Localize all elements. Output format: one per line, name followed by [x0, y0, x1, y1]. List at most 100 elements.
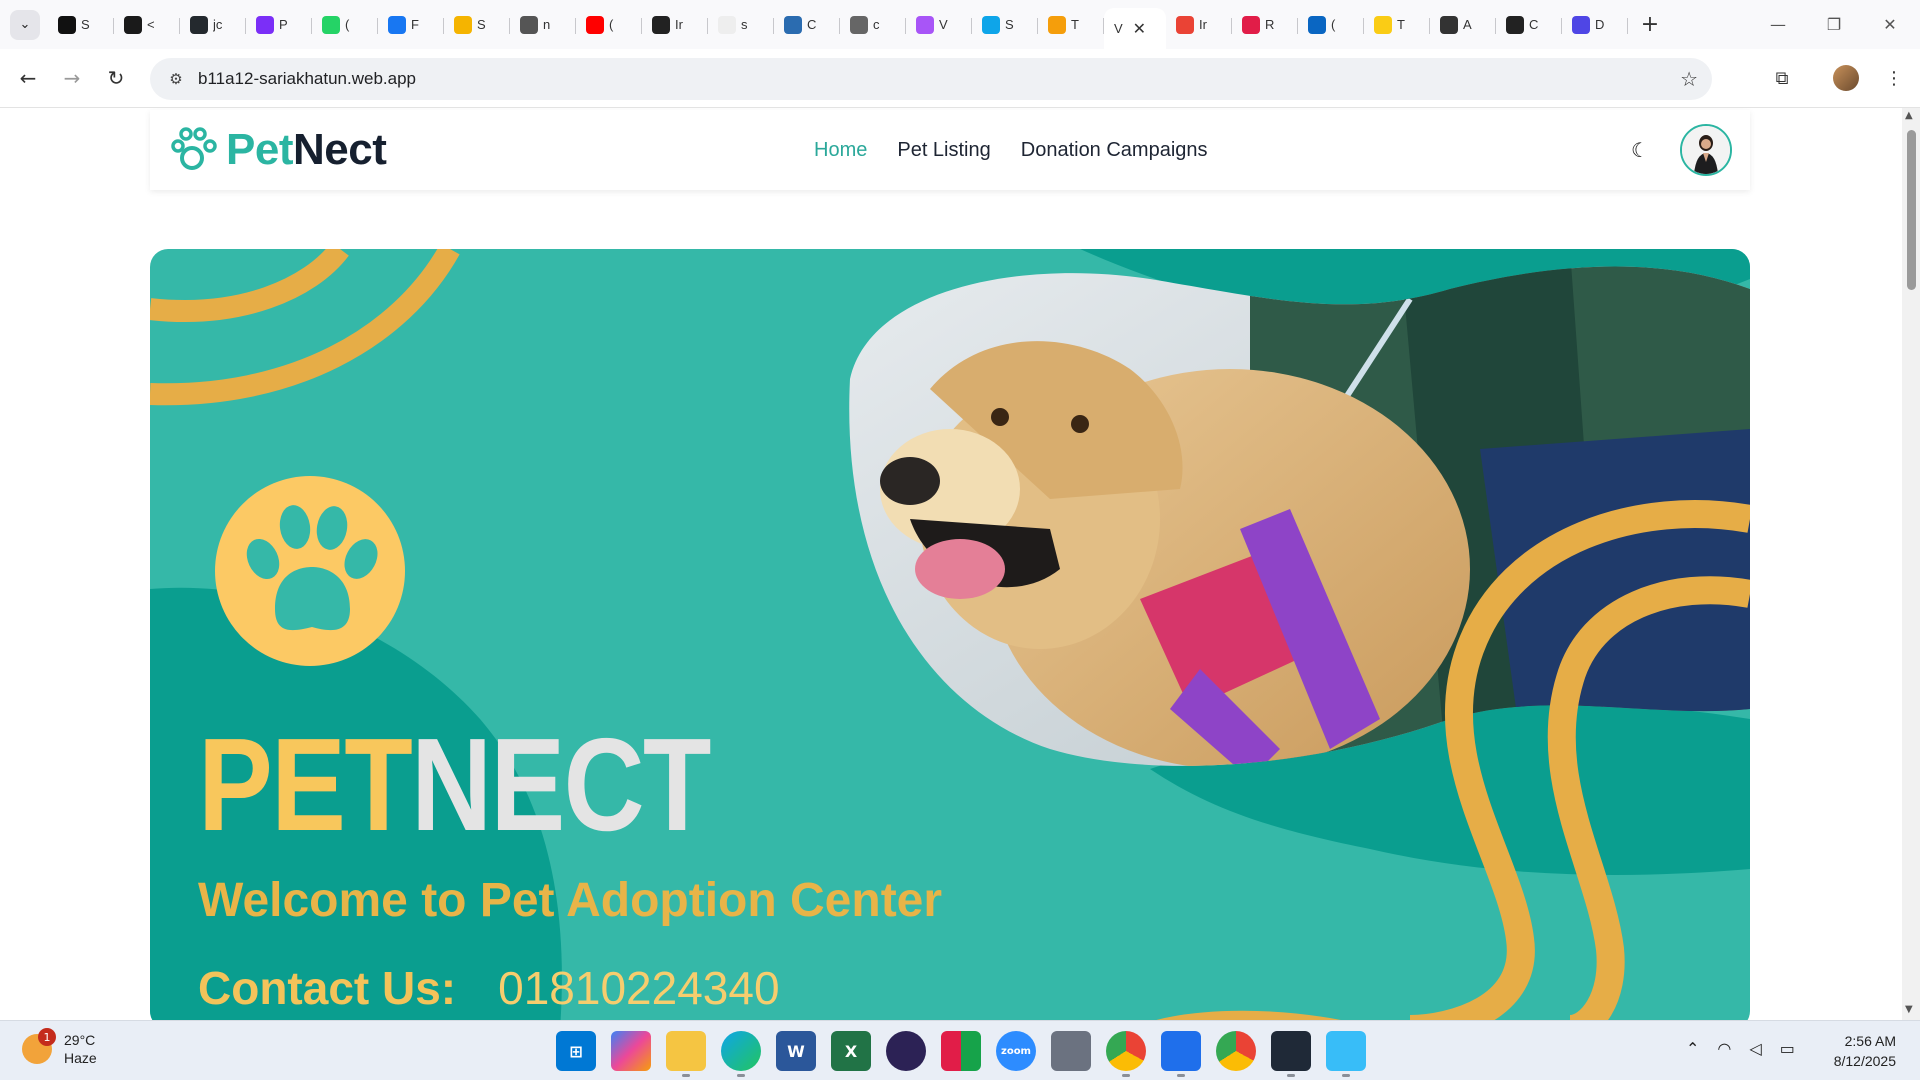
tab-after-0[interactable]: Ir [1166, 7, 1232, 43]
tab-0[interactable]: S [48, 7, 114, 43]
battery-icon[interactable]: ▭ [1780, 1039, 1795, 1058]
user-avatar[interactable] [1680, 124, 1732, 176]
tab-active[interactable]: V ✕ [1104, 8, 1166, 49]
wifi-icon[interactable]: ◠ [1717, 1039, 1731, 1058]
tab-title: jc [213, 17, 223, 32]
vscode-icon[interactable] [1161, 1031, 1201, 1077]
nav-home[interactable]: Home [814, 139, 867, 162]
tab-search-button[interactable]: ⌄ [10, 9, 40, 40]
tab-title: ( [1331, 17, 1336, 32]
globe-icon [850, 15, 868, 34]
reload-button[interactable]: ↻ [96, 58, 136, 98]
browser-toolbar: ← → ↻ ⚙ b11a12-sariakhatun.web.app ☆ ⧉ ⋮ [0, 49, 1920, 108]
stack-icon [58, 15, 76, 34]
page-scrollbar[interactable]: ▲ ▼ [1902, 108, 1920, 1020]
forward-button[interactable]: → [52, 58, 92, 98]
scrollbar-thumb[interactable] [1907, 130, 1916, 290]
tab-5[interactable]: F [378, 7, 444, 43]
d-logo-icon [1572, 15, 1590, 34]
clock-date: 8/12/2025 [1833, 1053, 1896, 1069]
profile-button[interactable] [1826, 58, 1866, 98]
system-clock[interactable]: 2:56 AM 8/12/2025 [1826, 1031, 1896, 1071]
tab-1[interactable]: < [114, 7, 180, 43]
kebab-menu-icon: ⋮ [1885, 67, 1903, 89]
zoom-icon[interactable]: zoom [996, 1031, 1036, 1071]
new-tab-button[interactable]: + [1634, 9, 1666, 41]
browser-menu-button[interactable]: ⋮ [1874, 58, 1914, 98]
nav-pet-listing[interactable]: Pet Listing [897, 139, 990, 162]
contact-number[interactable]: 01810224340 [498, 961, 779, 1015]
winrar-icon[interactable] [941, 1031, 981, 1071]
excel-icon[interactable]: X [831, 1031, 871, 1071]
tab-2[interactable]: jc [180, 7, 246, 43]
moon-icon[interactable]: ☾ [1628, 138, 1652, 162]
tab-title: T [1071, 17, 1079, 32]
paint-icon[interactable] [1326, 1031, 1366, 1077]
chevron-up-icon[interactable]: ⌃ [1686, 1039, 1699, 1058]
tab-after-1[interactable]: R [1232, 7, 1298, 43]
close-window-button[interactable]: ✕ [1862, 0, 1918, 49]
tab-after-4[interactable]: A [1430, 7, 1496, 43]
terminal-icon[interactable] [1271, 1031, 1311, 1077]
speaker-icon[interactable]: ◁ [1749, 1039, 1761, 1058]
chrome-icon[interactable] [1106, 1031, 1146, 1077]
hexagon-app-icon[interactable] [1051, 1031, 1091, 1071]
scroll-up-icon[interactable]: ▲ [1905, 110, 1913, 121]
tab-after-6[interactable]: D [1562, 7, 1628, 43]
back-button[interactable]: ← [8, 58, 48, 98]
tab-after-3[interactable]: T [1364, 7, 1430, 43]
logo-part-2: Nect [292, 125, 387, 174]
tab-8[interactable]: ( [576, 7, 642, 43]
tab-9[interactable]: Ir [642, 7, 708, 43]
tab-title: C [1529, 17, 1539, 32]
tab-10[interactable]: s [708, 7, 774, 43]
bookmark-star-icon[interactable]: ☆ [1680, 67, 1698, 91]
vite-icon [916, 15, 934, 34]
site-logo[interactable]: PetNect [170, 125, 387, 175]
address-bar[interactable]: ⚙ b11a12-sariakhatun.web.app ☆ [150, 58, 1712, 100]
facebook-icon [388, 15, 406, 34]
site-settings-icon[interactable]: ⚙ [164, 67, 188, 91]
nav-donation-campaigns[interactable]: Donation Campaigns [1021, 139, 1208, 162]
tab-after-2[interactable]: ( [1298, 7, 1364, 43]
word-icon[interactable]: W [776, 1031, 816, 1071]
notification-badge: 1 [38, 1028, 56, 1046]
extensions-button[interactable]: ⧉ [1762, 58, 1802, 98]
weather-condition: Haze [64, 1050, 97, 1066]
windows-start-icon[interactable]: ⊞ [556, 1031, 596, 1071]
system-tray: ⌃ ◠ ◁ ▭ [1686, 1039, 1813, 1058]
edge-icon[interactable] [721, 1031, 761, 1077]
user-portrait-icon [1682, 126, 1730, 174]
weather-widget[interactable]: 1 29°C Haze [22, 1028, 97, 1067]
tab-6[interactable]: S [444, 7, 510, 43]
emoji-icon [1048, 15, 1066, 34]
github-icon [190, 15, 208, 34]
url-text[interactable]: b11a12-sariakhatun.web.app [198, 69, 416, 89]
tab-7[interactable]: n [510, 7, 576, 43]
tab-title: F [411, 17, 419, 32]
chrome-beta-icon[interactable] [1216, 1031, 1256, 1071]
tab-15[interactable]: T [1038, 7, 1104, 43]
minimize-button[interactable]: — [1750, 0, 1806, 49]
yellow-dot-icon [1374, 15, 1392, 34]
tab-title: S [81, 17, 90, 32]
tab-after-5[interactable]: C [1496, 7, 1562, 43]
chevron-down-icon: ⌄ [19, 17, 31, 32]
restore-button[interactable]: ❐ [1806, 0, 1862, 49]
hero-banner: PETNECT Welcome to Pet Adoption Center C… [150, 249, 1750, 1020]
close-icon[interactable]: ✕ [1133, 19, 1146, 39]
logo-part-1: Pet [226, 125, 293, 174]
tab-title: V [939, 17, 948, 32]
copilot-icon[interactable] [611, 1031, 651, 1071]
reload-icon: ↻ [107, 66, 125, 90]
tab-13[interactable]: V [906, 7, 972, 43]
file-explorer-icon[interactable] [666, 1031, 706, 1077]
tab-14[interactable]: S [972, 7, 1038, 43]
tab-11[interactable]: C [774, 7, 840, 43]
tab-3[interactable]: P [246, 7, 312, 43]
c-logo-icon [982, 15, 1000, 34]
tab-12[interactable]: c [840, 7, 906, 43]
tab-4[interactable]: ( [312, 7, 378, 43]
eclipse-icon[interactable] [886, 1031, 926, 1071]
scroll-down-icon[interactable]: ▼ [1905, 1004, 1913, 1015]
